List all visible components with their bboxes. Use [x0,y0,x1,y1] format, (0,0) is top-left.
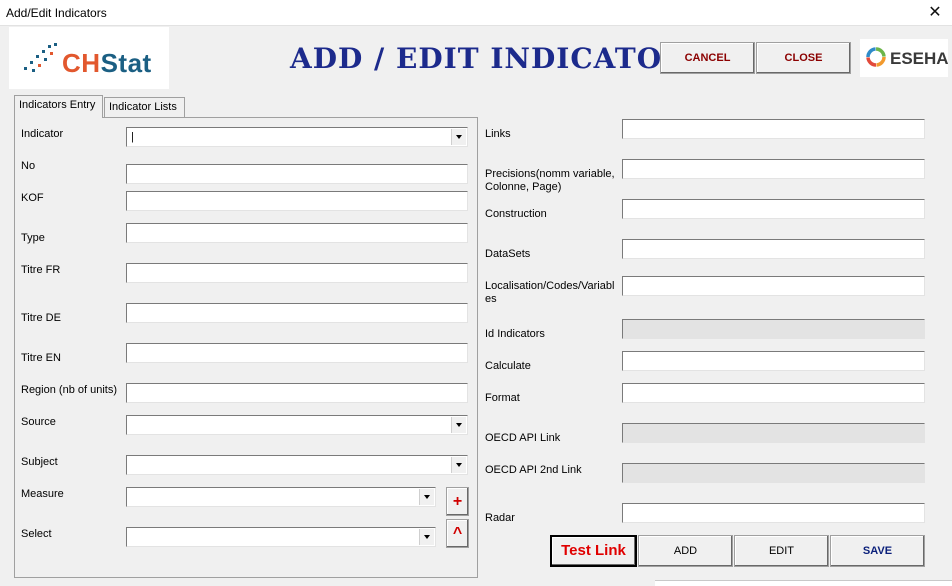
type-input[interactable] [126,223,468,243]
logo-stat: Stat [100,48,152,78]
indicator-combobox[interactable]: | [126,127,468,147]
no-label: No [21,160,36,172]
logo-dots-icon [24,43,57,72]
eseha-ring-icon [866,47,886,67]
oecd-api-2nd-link-label: OECD API 2nd Link [485,464,582,476]
move-up-button[interactable]: ^ [446,519,469,548]
measure-combobox[interactable] [126,487,436,507]
radar-label: Radar [485,512,515,524]
dropdown-arrow-icon[interactable] [419,529,434,545]
indicator-value: | [131,131,134,143]
localisation-label-line2: es [485,293,497,305]
titre-en-input[interactable] [126,343,468,363]
kof-input[interactable] [126,191,468,211]
datasets-label: DataSets [485,248,531,260]
type-label: Type [21,232,45,244]
no-input[interactable] [126,164,468,184]
format-input[interactable] [622,383,925,403]
precisions-label-line1: Precisions(nomm variable, [485,168,615,180]
oecd-api-2nd-link-input [622,463,925,483]
caret-up-icon: ^ [452,525,463,542]
add-measure-button[interactable]: + [446,487,469,516]
window-title-bar: Add/Edit Indicators ✕ [0,0,952,26]
calculate-input[interactable] [622,351,925,371]
page-title: ADD / EDIT INDICATORS [290,42,708,75]
tab-indicator-lists[interactable]: Indicator Lists [104,97,185,118]
datasets-input[interactable] [622,239,925,259]
edit-button[interactable]: EDIT [734,535,829,567]
kof-label: KOF [21,192,44,204]
window-close-button[interactable]: ✕ [918,0,952,26]
dropdown-arrow-icon[interactable] [451,417,466,433]
background-sheet-strip [655,580,952,586]
eseha-wordmark: ESEHA [890,49,949,68]
dropdown-arrow-icon[interactable] [451,129,466,145]
plus-icon: + [452,493,463,510]
chstat-logo: CHStat [9,27,169,89]
window-title: Add/Edit Indicators [6,6,107,20]
logo-wordmark: CHStat [62,48,152,79]
oecd-api-link-label: OECD API Link [485,432,561,444]
titre-fr-label: Titre FR [21,264,61,276]
add-button[interactable]: ADD [638,535,733,567]
source-label: Source [21,416,56,428]
dropdown-arrow-icon[interactable] [419,489,434,505]
construction-label: Construction [485,208,547,220]
region-input[interactable] [126,383,468,403]
localisation-input[interactable] [622,276,925,296]
tab-indicators-entry[interactable]: Indicators Entry [14,95,103,118]
oecd-api-link-input [622,423,925,443]
subject-label: Subject [21,456,58,468]
id-indicators-label: Id Indicators [485,328,545,340]
eseha-logo: ESEHA [860,39,949,77]
select-label: Select [21,528,52,540]
precisions-label-line2: Colonne, Page) [485,181,562,193]
radar-input[interactable] [622,503,925,523]
construction-input[interactable] [622,199,925,219]
test-link-button[interactable]: Test Link [550,535,637,567]
localisation-label-line1: Localisation/Codes/Variabl [485,280,615,292]
close-button[interactable]: CLOSE [756,42,851,74]
calculate-label: Calculate [485,360,531,372]
titre-de-label: Titre DE [21,312,61,324]
indicator-label: Indicator [21,128,64,140]
titre-en-label: Titre EN [21,352,61,364]
subject-combobox[interactable] [126,455,468,475]
links-input[interactable] [622,119,925,139]
region-label: Region (nb of units) [21,384,117,396]
measure-label: Measure [21,488,64,500]
id-indicators-input [622,319,925,339]
format-label: Format [485,392,520,404]
select-combobox[interactable] [126,527,436,547]
cancel-button[interactable]: CANCEL [660,42,755,74]
precisions-input[interactable] [622,159,925,179]
dropdown-arrow-icon[interactable] [451,457,466,473]
titre-de-input[interactable] [126,303,468,323]
source-combobox[interactable] [126,415,468,435]
links-label: Links [485,128,511,140]
titre-fr-input[interactable] [126,263,468,283]
logo-ch: CH [62,48,101,78]
save-button[interactable]: SAVE [830,535,925,567]
